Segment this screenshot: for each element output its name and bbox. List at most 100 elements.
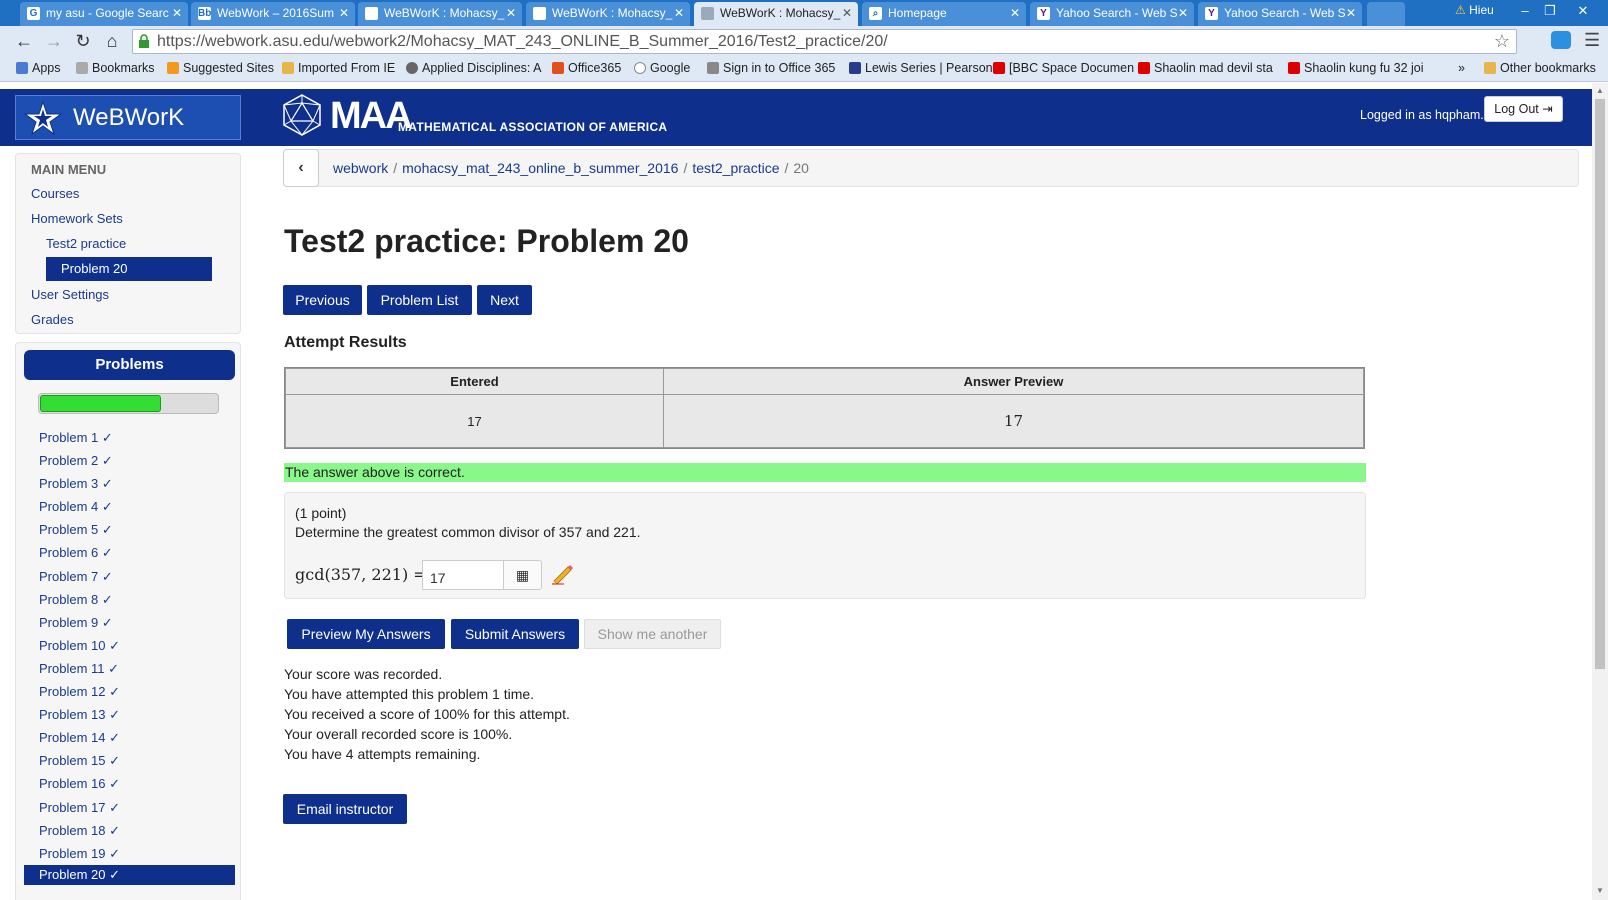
tab-label: Homepage <box>888 6 947 20</box>
bookmark-lewis[interactable]: Lewis Series | Pearson <box>849 61 993 75</box>
answer-input[interactable] <box>422 560 504 590</box>
bookmark-shaolin2[interactable]: Shaolin kung fu 32 joi <box>1288 61 1424 75</box>
previous-button[interactable]: Previous <box>283 285 362 315</box>
problem-link[interactable]: Problem 15 ✓ <box>24 749 235 772</box>
problem-link[interactable]: Problem 19 ✓ <box>24 842 235 865</box>
problem-link[interactable]: Problem 8 ✓ <box>24 588 235 611</box>
bookmark-other[interactable]: Other bookmarks <box>1484 61 1596 75</box>
problem-link[interactable]: Problem 12 ✓ <box>24 680 235 703</box>
bookmark-bbc[interactable]: [BBC Space Documen <box>993 61 1134 75</box>
breadcrumb-set[interactable]: test2_practice <box>692 160 779 176</box>
scrollbar-thumb[interactable] <box>1595 99 1605 669</box>
close-icon[interactable]: ✕ <box>674 6 684 20</box>
problem-link[interactable]: Problem 10 ✓ <box>24 634 235 657</box>
window-close-icon[interactable]: ✕ <box>1566 2 1600 20</box>
problem-link[interactable]: Problem 11 ✓ <box>24 657 235 680</box>
bookmark-star-icon[interactable]: ☆ <box>1494 31 1510 52</box>
problem-link[interactable]: Problem 1 ✓ <box>24 426 235 449</box>
close-icon[interactable]: ✕ <box>842 6 852 20</box>
breadcrumb-course[interactable]: mohacsy_mat_243_online_b_summer_2016 <box>402 160 678 176</box>
problem-link[interactable]: Problem 13 ✓ <box>24 703 235 726</box>
close-icon[interactable]: ✕ <box>172 6 182 20</box>
problems-title: Problems <box>24 350 235 380</box>
lock-icon <box>139 34 149 48</box>
browser-tab-5[interactable]: WeBWorK : Mohacsy_ ✕ <box>694 2 858 26</box>
back-chevron-icon[interactable]: ‹ <box>283 149 319 187</box>
problem-link[interactable]: Problem 2 ✓ <box>24 449 235 472</box>
problem-link[interactable]: Problem 17 ✓ <box>24 796 235 819</box>
bookmark-suggested[interactable]: Suggested Sites <box>167 61 274 75</box>
scroll-up-icon[interactable]: ▲ <box>1596 86 1604 95</box>
bookmark-office365[interactable]: Office365 <box>552 61 621 75</box>
menu-homework-sets[interactable]: Homework Sets <box>31 211 123 226</box>
show-me-another-button[interactable]: Show me another <box>584 619 721 649</box>
close-icon[interactable]: ✕ <box>1346 6 1356 20</box>
browser-tab-4[interactable]: WeBWorK : Mohacsy_ ✕ <box>526 2 690 26</box>
menu-grades[interactable]: Grades <box>31 312 74 327</box>
logout-button[interactable]: Log Out ⇥ <box>1484 96 1563 122</box>
webwork-header: WeBWorK MAA MATHEMATICAL ASSOCIATION OF … <box>0 89 1592 146</box>
preview-answers-button[interactable]: Preview My Answers <box>287 619 445 649</box>
next-button[interactable]: Next <box>477 285 532 315</box>
pencil-icon[interactable] <box>550 563 574 585</box>
problem-link[interactable]: Problem 9 ✓ <box>24 611 235 634</box>
menu-set-test2[interactable]: Test2 practice <box>46 236 126 251</box>
close-icon[interactable]: ✕ <box>339 6 349 20</box>
restore-icon[interactable]: ❐ <box>1537 2 1563 20</box>
menu-icon[interactable]: ☰ <box>1584 30 1600 51</box>
bookmark-google[interactable]: Google <box>634 61 690 75</box>
bookmark-apps[interactable]: Apps <box>16 61 61 75</box>
reload-icon[interactable]: ↻ <box>72 30 94 52</box>
forward-arrow-icon[interactable]: → <box>43 30 65 52</box>
browser-tab-3[interactable]: WeBWorK : Mohacsy_ ✕ <box>358 2 522 26</box>
browser-tab-8[interactable]: Y Yahoo Search - Web S ✕ <box>1198 2 1362 26</box>
browser-tab-1[interactable]: G my asu - Google Searc ✕ <box>20 2 188 26</box>
problem-link[interactable]: Problem 6 ✓ <box>24 541 235 564</box>
bookmark-signin[interactable]: Sign in to Office 365 <box>707 61 835 75</box>
menu-current-problem[interactable]: Problem 20 <box>46 257 212 281</box>
apps-grid-icon <box>16 62 28 74</box>
problem-link[interactable]: Problem 14 ✓ <box>24 726 235 749</box>
bookmark-imported[interactable]: Imported From IE <box>282 61 395 75</box>
score-line: You received a score of 100% for this at… <box>284 706 570 722</box>
vertical-scrollbar[interactable]: ▲ ▼ <box>1592 83 1608 900</box>
menu-user-settings[interactable]: User Settings <box>31 287 109 302</box>
webwork-brand[interactable]: WeBWorK <box>15 95 241 140</box>
cloud-extension-icon[interactable] <box>1551 31 1571 49</box>
bookmarks-overflow[interactable]: » <box>1458 61 1465 75</box>
close-icon[interactable]: ✕ <box>1178 6 1188 20</box>
breadcrumb-webwork[interactable]: webwork <box>333 160 388 176</box>
scroll-down-icon[interactable]: ▼ <box>1596 886 1604 895</box>
tab-label: WebWork – 2016Sum <box>217 6 334 20</box>
close-icon[interactable]: ✕ <box>506 6 516 20</box>
bookmark-shaolin1[interactable]: Shaolin mad devil sta <box>1138 61 1273 75</box>
email-instructor-button[interactable]: Email instructor <box>283 794 407 824</box>
problem-link[interactable]: Problem 4 ✓ <box>24 495 235 518</box>
youtube-icon <box>993 62 1005 74</box>
close-icon[interactable]: ✕ <box>1010 6 1020 20</box>
address-bar[interactable]: https://webwork.asu.edu/webwork2/Mohacsy… <box>132 29 1517 54</box>
score-summary: Your score was recorded. You have attemp… <box>284 664 570 764</box>
back-arrow-icon[interactable]: ← <box>13 30 35 52</box>
problem-link[interactable]: Problem 5 ✓ <box>24 518 235 541</box>
problem-link[interactable]: Problem 18 ✓ <box>24 819 235 842</box>
profile-user[interactable]: ⚠ Hieu <box>1455 3 1494 17</box>
menu-courses[interactable]: Courses <box>31 186 79 201</box>
home-icon[interactable]: ⌂ <box>101 30 123 52</box>
problem-link[interactable]: Problem 3 ✓ <box>24 472 235 495</box>
browser-tab-6[interactable]: ⌕ Homepage ✕ <box>862 2 1026 26</box>
problem-link[interactable]: Problem 16 ✓ <box>24 772 235 795</box>
submit-answers-button[interactable]: Submit Answers <box>451 619 579 649</box>
equation-editor-grid-icon[interactable]: ▦ <box>503 560 542 590</box>
browser-tab-7[interactable]: Y Yahoo Search - Web S ✕ <box>1030 2 1194 26</box>
breadcrumb-current: 20 <box>793 160 809 176</box>
score-line: You have 4 attempts remaining. <box>284 746 481 762</box>
new-tab-button[interactable] <box>1367 2 1405 26</box>
problem-link[interactable]: Problem 20 ✓ <box>24 864 235 885</box>
browser-tab-2[interactable]: Bb WebWork – 2016Sum ✕ <box>191 2 355 26</box>
bookmark-applied[interactable]: Applied Disciplines: A <box>406 61 542 75</box>
bookmark-bookmarks[interactable]: Bookmarks <box>76 61 155 75</box>
minimize-icon[interactable]: – <box>1512 2 1538 20</box>
problem-link[interactable]: Problem 7 ✓ <box>24 565 235 588</box>
problem-list-button[interactable]: Problem List <box>367 285 472 315</box>
